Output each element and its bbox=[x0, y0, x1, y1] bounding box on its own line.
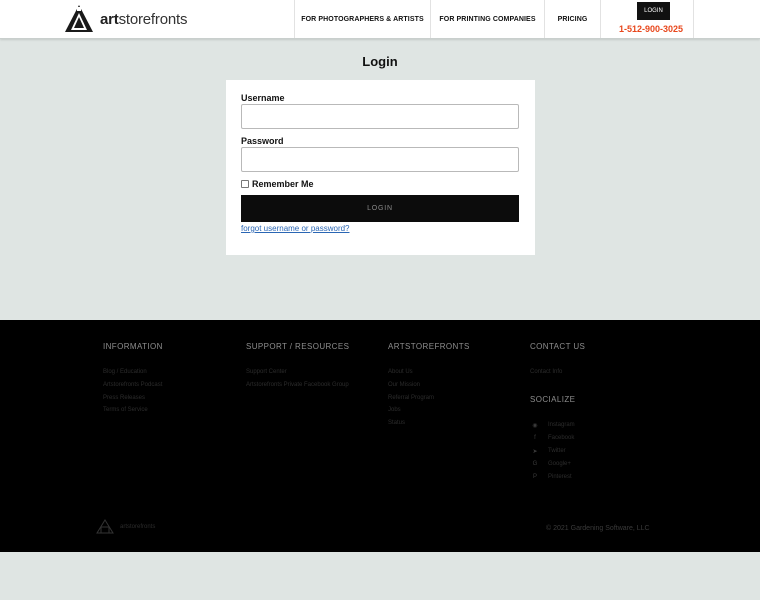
footer-link[interactable]: Status bbox=[388, 417, 470, 430]
copyright-text: © 2021 Gardening Software, LLC bbox=[546, 525, 650, 532]
site-footer: INFORMATION Blog / Education Artstorefro… bbox=[0, 320, 760, 552]
footer-heading: CONTACT US bbox=[530, 342, 586, 351]
social-label: Facebook bbox=[548, 435, 575, 442]
footer-link[interactable]: Blog / Education bbox=[103, 366, 163, 379]
google-icon: G bbox=[532, 461, 538, 468]
footer-column-artstorefronts: ARTSTOREFRONTS About Us Our Mission Refe… bbox=[388, 342, 470, 430]
social-link-pinterest[interactable]: P Pinterest bbox=[530, 471, 585, 484]
footer-logo-text: artstorefronts bbox=[120, 523, 156, 530]
footer-link[interactable]: Support Center bbox=[246, 366, 349, 379]
socialize-heading: SOCIALIZE bbox=[530, 394, 576, 404]
password-label: Password bbox=[241, 136, 284, 146]
header-login-button[interactable]: LOGIN bbox=[637, 2, 670, 20]
footer-column-contact: CONTACT US Contact Info SOCIALIZE ◉ Inst… bbox=[530, 342, 585, 484]
remember-me-checkbox[interactable] bbox=[241, 180, 249, 188]
brand-logo[interactable]: artstorefronts bbox=[64, 4, 187, 34]
twitter-icon: ➤ bbox=[532, 448, 538, 455]
login-form: Username Password Remember Me LOGIN forg… bbox=[226, 80, 535, 255]
footer-link[interactable]: Our Mission bbox=[388, 379, 470, 392]
pinterest-icon: P bbox=[532, 474, 537, 481]
login-page-title: Login bbox=[362, 54, 398, 69]
social-link-facebook[interactable]: f Facebook bbox=[530, 432, 585, 445]
header-phone-number[interactable]: 1-512-900-3025 bbox=[619, 24, 683, 34]
footer-heading: SUPPORT / RESOURCES bbox=[246, 342, 350, 351]
footer-link[interactable]: Press Releases bbox=[103, 392, 163, 405]
footer-link[interactable]: About Us bbox=[388, 366, 470, 379]
footer-heading: INFORMATION bbox=[103, 342, 163, 351]
footer-heading: ARTSTOREFRONTS bbox=[388, 342, 470, 351]
footer-logo[interactable]: artstorefronts bbox=[96, 519, 155, 534]
social-link-instagram[interactable]: ◉ Instagram bbox=[530, 419, 585, 432]
social-link-google[interactable]: G Google+ bbox=[530, 458, 585, 471]
social-label: Pinterest bbox=[548, 474, 572, 481]
footer-column-information: INFORMATION Blog / Education Artstorefro… bbox=[103, 342, 163, 417]
nav-pricing[interactable]: PRICING bbox=[544, 0, 600, 38]
username-input[interactable] bbox=[241, 104, 519, 129]
footer-link[interactable]: Terms of Service bbox=[103, 404, 163, 417]
password-input[interactable] bbox=[241, 147, 519, 172]
header-login-area: LOGIN 1-512-900-3025 bbox=[600, 0, 694, 38]
instagram-icon: ◉ bbox=[532, 422, 538, 429]
social-label: Google+ bbox=[548, 461, 571, 468]
facebook-icon: f bbox=[534, 435, 536, 442]
forgot-credentials-link[interactable]: forgot username or password? bbox=[241, 224, 350, 233]
art-tent-logo-icon bbox=[65, 5, 93, 32]
remember-me-label[interactable]: Remember Me bbox=[252, 179, 314, 189]
footer-link[interactable]: Contact Info bbox=[530, 366, 585, 379]
nav-photographers-artists[interactable]: FOR PHOTOGRAPHERS & ARTISTS bbox=[294, 0, 430, 38]
footer-link[interactable]: Artstorefronts Private Facebook Group bbox=[246, 379, 349, 392]
footer-link[interactable]: Artstorefronts Podcast bbox=[103, 379, 163, 392]
username-label: Username bbox=[241, 93, 285, 103]
brand-name: artstorefronts bbox=[100, 11, 187, 28]
footer-link[interactable]: Jobs bbox=[388, 404, 470, 417]
nav-printing-companies[interactable]: FOR PRINTING COMPANIES bbox=[430, 0, 544, 38]
footer-column-support: SUPPORT / RESOURCES Support Center Artst… bbox=[246, 342, 349, 392]
footer-link[interactable]: Referral Program bbox=[388, 392, 470, 405]
login-submit-button[interactable]: LOGIN bbox=[241, 195, 519, 222]
brand-name-prefix: art bbox=[100, 10, 119, 28]
remember-me-row[interactable]: Remember Me bbox=[241, 179, 314, 189]
social-link-twitter[interactable]: ➤ Twitter bbox=[530, 445, 585, 458]
brand-name-suffix: storefronts bbox=[118, 10, 188, 28]
art-tent-logo-icon bbox=[96, 519, 114, 534]
social-label: Instagram bbox=[548, 422, 575, 429]
site-header: artstorefronts FOR PHOTOGRAPHERS & ARTIS… bbox=[0, 0, 760, 39]
social-label: Twitter bbox=[548, 448, 566, 455]
